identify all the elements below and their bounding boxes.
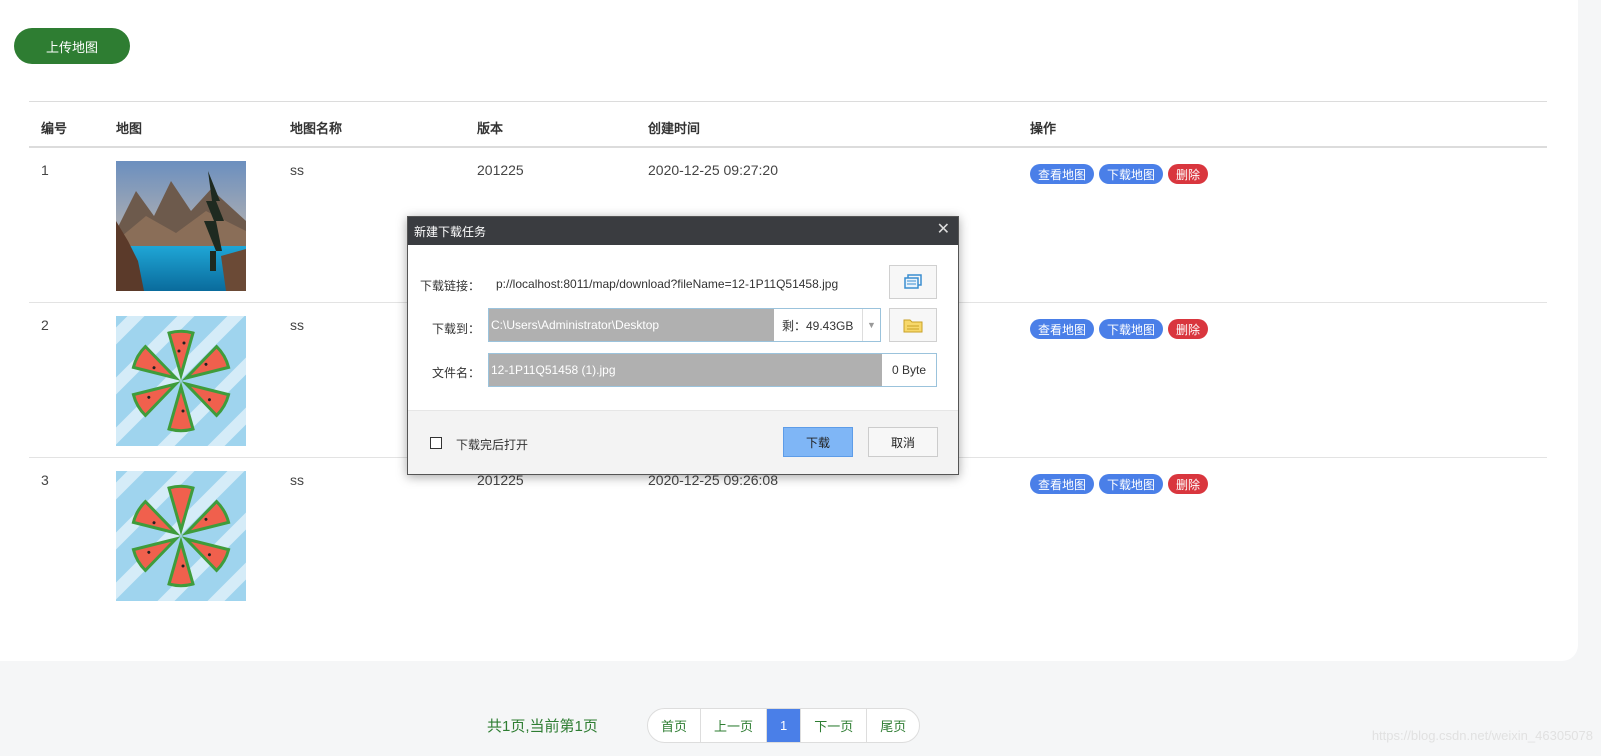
download-button[interactable]: 下载	[783, 427, 853, 457]
filename-value: 12-1P11Q51458 (1).jpg	[489, 354, 882, 386]
row-name: ss	[290, 472, 304, 488]
free-space: 剩：49.43GB	[782, 318, 854, 333]
view-map-button[interactable]: 查看地图	[1030, 319, 1095, 339]
delete-button[interactable]: 删除	[1168, 319, 1209, 339]
save-path-field[interactable]: C:\Users\Administrator\Desktop 剩：49.43GB…	[488, 308, 881, 342]
view-map-button[interactable]: 查看地图	[1030, 164, 1095, 184]
row-id: 3	[41, 472, 49, 488]
row-created: 2020-12-25 09:27:20	[648, 162, 778, 178]
folder-icon	[903, 319, 923, 333]
prev-page-button[interactable]: 上一页	[701, 709, 768, 742]
delete-button[interactable]: 删除	[1168, 474, 1209, 494]
delete-button[interactable]: 删除	[1168, 164, 1209, 184]
open-after-download-label: 下载完后打开	[456, 438, 529, 452]
row-name: ss	[290, 317, 304, 333]
view-map-button[interactable]: 查看地图	[1030, 474, 1095, 494]
current-page-button[interactable]: 1	[767, 709, 802, 742]
first-page-button[interactable]: 首页	[648, 709, 702, 742]
chevron-down-icon[interactable]: ▼	[862, 309, 880, 341]
open-after-download-checkbox[interactable]	[430, 437, 442, 449]
header-created: 创建时间	[648, 121, 701, 136]
header-name: 地图名称	[290, 121, 343, 136]
table-row: 3 ss 201225 2020-12-25 09:26:08 查看地图 下载地…	[29, 458, 1547, 613]
header-actions: 操作	[1030, 121, 1057, 136]
row-id: 1	[41, 162, 49, 178]
table-header: 编号 地图 地图名称 版本 创建时间 操作	[29, 101, 1547, 148]
header-id: 编号	[41, 121, 68, 136]
cancel-button[interactable]: 取消	[868, 427, 938, 457]
file-size: 0 Byte	[891, 363, 927, 377]
row-actions: 查看地图 下载地图 删除	[1030, 319, 1209, 339]
browse-folder-button[interactable]	[889, 308, 937, 342]
pagination-summary: 共1页,当前第1页	[487, 718, 598, 735]
mountain-lake-image	[116, 161, 246, 291]
upload-map-button[interactable]: 上传地图	[14, 28, 130, 64]
url-field[interactable]: p://localhost:8011/map/download?fileName…	[496, 277, 838, 291]
watermelon-image	[116, 471, 246, 601]
new-download-dialog: 新建下载任务 ✕ 下载链接： p://localhost:8011/map/do…	[407, 216, 959, 475]
row-actions: 查看地图 下载地图 删除	[1030, 164, 1209, 184]
download-map-button[interactable]: 下载地图	[1099, 164, 1164, 184]
watermark: https://blog.csdn.net/weixin_46305078	[1371, 728, 1593, 743]
download-map-button[interactable]: 下载地图	[1099, 319, 1164, 339]
copy-icon	[904, 274, 922, 289]
dialog-titlebar: 新建下载任务 ✕	[408, 217, 958, 245]
watermelon-image	[116, 316, 246, 446]
url-label: 下载链接：	[419, 279, 480, 293]
next-page-button[interactable]: 下一页	[801, 709, 868, 742]
pagination: 首页 上一页 1 下一页 尾页	[647, 708, 921, 743]
dialog-title: 新建下载任务	[414, 224, 487, 239]
close-icon[interactable]: ✕	[937, 221, 950, 239]
row-actions: 查看地图 下载地图 删除	[1030, 474, 1209, 494]
save-path-value: C:\Users\Administrator\Desktop	[489, 309, 774, 341]
row-version: 201225	[477, 162, 524, 178]
download-map-button[interactable]: 下载地图	[1099, 474, 1164, 494]
filename-field[interactable]: 12-1P11Q51458 (1).jpg 0 Byte	[488, 353, 937, 387]
row-id: 2	[41, 317, 49, 333]
copy-link-button[interactable]	[889, 265, 937, 299]
path-label: 下载到：	[431, 322, 480, 336]
dialog-footer: 下载完后打开 下载 取消	[408, 410, 958, 474]
last-page-button[interactable]: 尾页	[867, 709, 919, 742]
header-map: 地图	[116, 121, 143, 136]
header-version: 版本	[477, 121, 504, 136]
filename-label: 文件名：	[431, 366, 480, 380]
row-name: ss	[290, 162, 304, 178]
dialog-body: 下载链接： p://localhost:8011/map/download?fi…	[408, 245, 958, 410]
